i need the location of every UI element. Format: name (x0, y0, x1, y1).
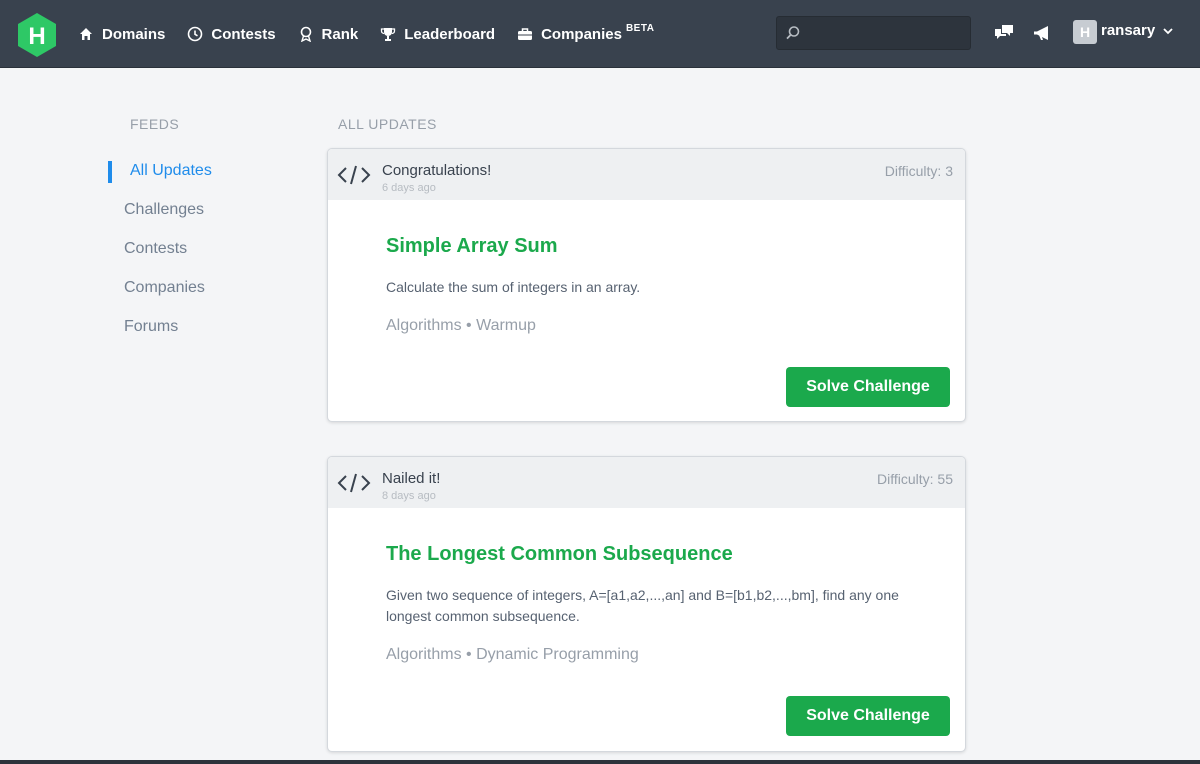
nav-domains[interactable]: Domains (78, 26, 165, 43)
sidebar-title: FEEDS (130, 116, 180, 132)
challenge-title[interactable]: The Longest Common Subsequence (386, 543, 733, 566)
nav-leaderboard-label: Leaderboard (404, 25, 496, 43)
difficulty-label: Difficulty: 3 (884, 163, 953, 179)
beta-badge: BETA (625, 22, 655, 34)
nav-leaderboard[interactable]: Leaderboard (380, 26, 495, 43)
card-timestamp: 6 days ago (382, 182, 436, 194)
challenge-description: Calculate the sum of integers in an arra… (386, 279, 641, 295)
avatar[interactable]: H (1073, 20, 1097, 44)
feed-card: Nailed it! 8 days ago Difficulty: 55 The… (327, 456, 966, 752)
card-header-title: Nailed it! (382, 470, 441, 487)
solve-challenge-button[interactable]: Solve Challenge (786, 367, 950, 407)
messages-icon[interactable] (993, 22, 1015, 44)
top-navbar: H Domains Contests Rank Leaderboard Comp… (0, 0, 1200, 68)
section-title: ALL UPDATES (338, 116, 437, 132)
svg-text:H: H (28, 23, 45, 50)
challenge-title[interactable]: Simple Array Sum (386, 235, 558, 258)
search-box[interactable] (776, 16, 971, 50)
challenge-tags[interactable]: Algorithms • Warmup (386, 317, 536, 335)
search-icon (785, 25, 801, 41)
card-header-title: Congratulations! (382, 162, 492, 179)
hackerrank-logo[interactable]: H (16, 12, 58, 58)
sidebar-item-companies[interactable]: Companies (124, 279, 205, 297)
notifications-icon[interactable] (1032, 22, 1054, 44)
home-icon (78, 26, 94, 42)
ribbon-icon (298, 26, 314, 42)
nav-domains-label: Domains (102, 25, 166, 43)
briefcase-icon (517, 26, 533, 42)
nav-companies-label: Companies (541, 25, 622, 43)
solve-challenge-button[interactable]: Solve Challenge (786, 696, 950, 736)
sidebar-item-forums[interactable]: Forums (124, 318, 178, 336)
difficulty-label: Difficulty: 55 (877, 471, 953, 487)
nav-contests[interactable]: Contests (187, 25, 276, 43)
code-icon (337, 163, 371, 187)
trophy-icon (380, 26, 396, 42)
sidebar-item-all-updates[interactable]: All Updates (130, 162, 212, 180)
active-indicator (108, 161, 112, 183)
sidebar-item-contests[interactable]: Contests (124, 240, 187, 258)
nav-rank-label: Rank (321, 25, 359, 43)
card-timestamp: 8 days ago (382, 490, 436, 502)
card-header: Congratulations! 6 days ago Difficulty: … (328, 149, 965, 200)
bottom-edge (0, 760, 1200, 764)
sidebar-item-challenges[interactable]: Challenges (124, 201, 204, 219)
main-nav: Domains Contests Rank Leaderboard Compan… (78, 0, 676, 68)
challenge-tags[interactable]: Algorithms • Dynamic Programming (386, 646, 639, 664)
card-header: Nailed it! 8 days ago Difficulty: 55 (328, 457, 965, 508)
nav-contests-label: Contests (211, 25, 276, 43)
username[interactable]: ransary (1101, 22, 1155, 39)
chevron-down-icon[interactable] (1161, 24, 1175, 38)
code-icon (337, 471, 371, 495)
challenge-description: Given two sequence of integers, A=[a1,a2… (386, 587, 899, 624)
nav-companies[interactable]: Companies BETA (517, 22, 655, 43)
clock-icon (187, 26, 203, 42)
search-input[interactable] (807, 17, 967, 49)
feed-card: Congratulations! 6 days ago Difficulty: … (327, 148, 966, 422)
nav-rank[interactable]: Rank (298, 25, 359, 43)
